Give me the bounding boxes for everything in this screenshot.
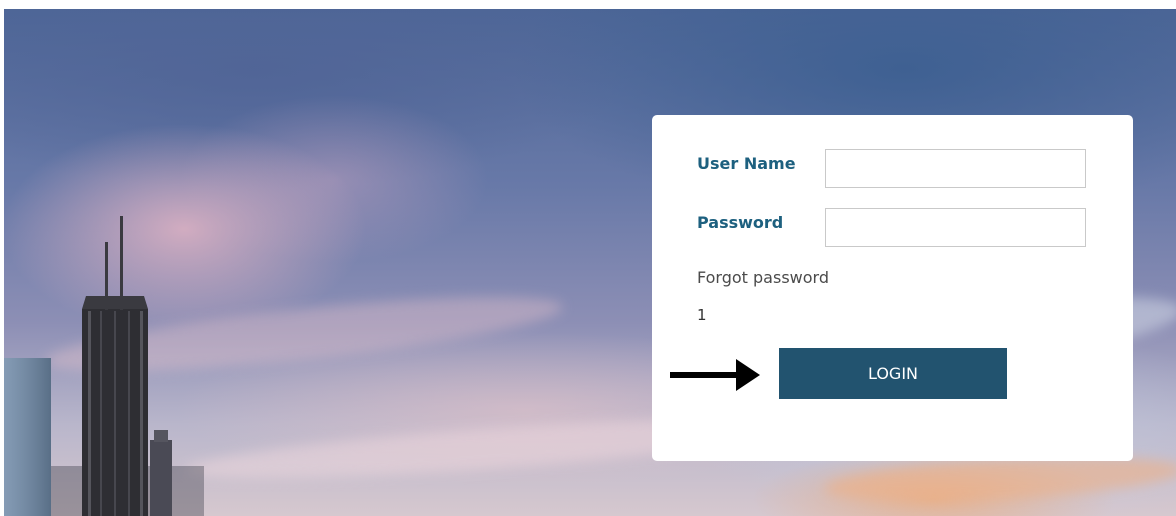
right-arrow-icon xyxy=(670,359,760,391)
code-value: 1 xyxy=(697,306,707,324)
forgot-password-link[interactable]: Forgot password xyxy=(697,268,829,287)
username-input[interactable] xyxy=(825,149,1086,188)
login-card: User Name Password Forgot password 1 LOG… xyxy=(652,115,1133,461)
login-button[interactable]: LOGIN xyxy=(779,348,1007,399)
city-skyline-image xyxy=(4,216,204,516)
password-input[interactable] xyxy=(825,208,1086,247)
password-label: Password xyxy=(697,213,784,232)
username-label: User Name xyxy=(697,154,796,173)
